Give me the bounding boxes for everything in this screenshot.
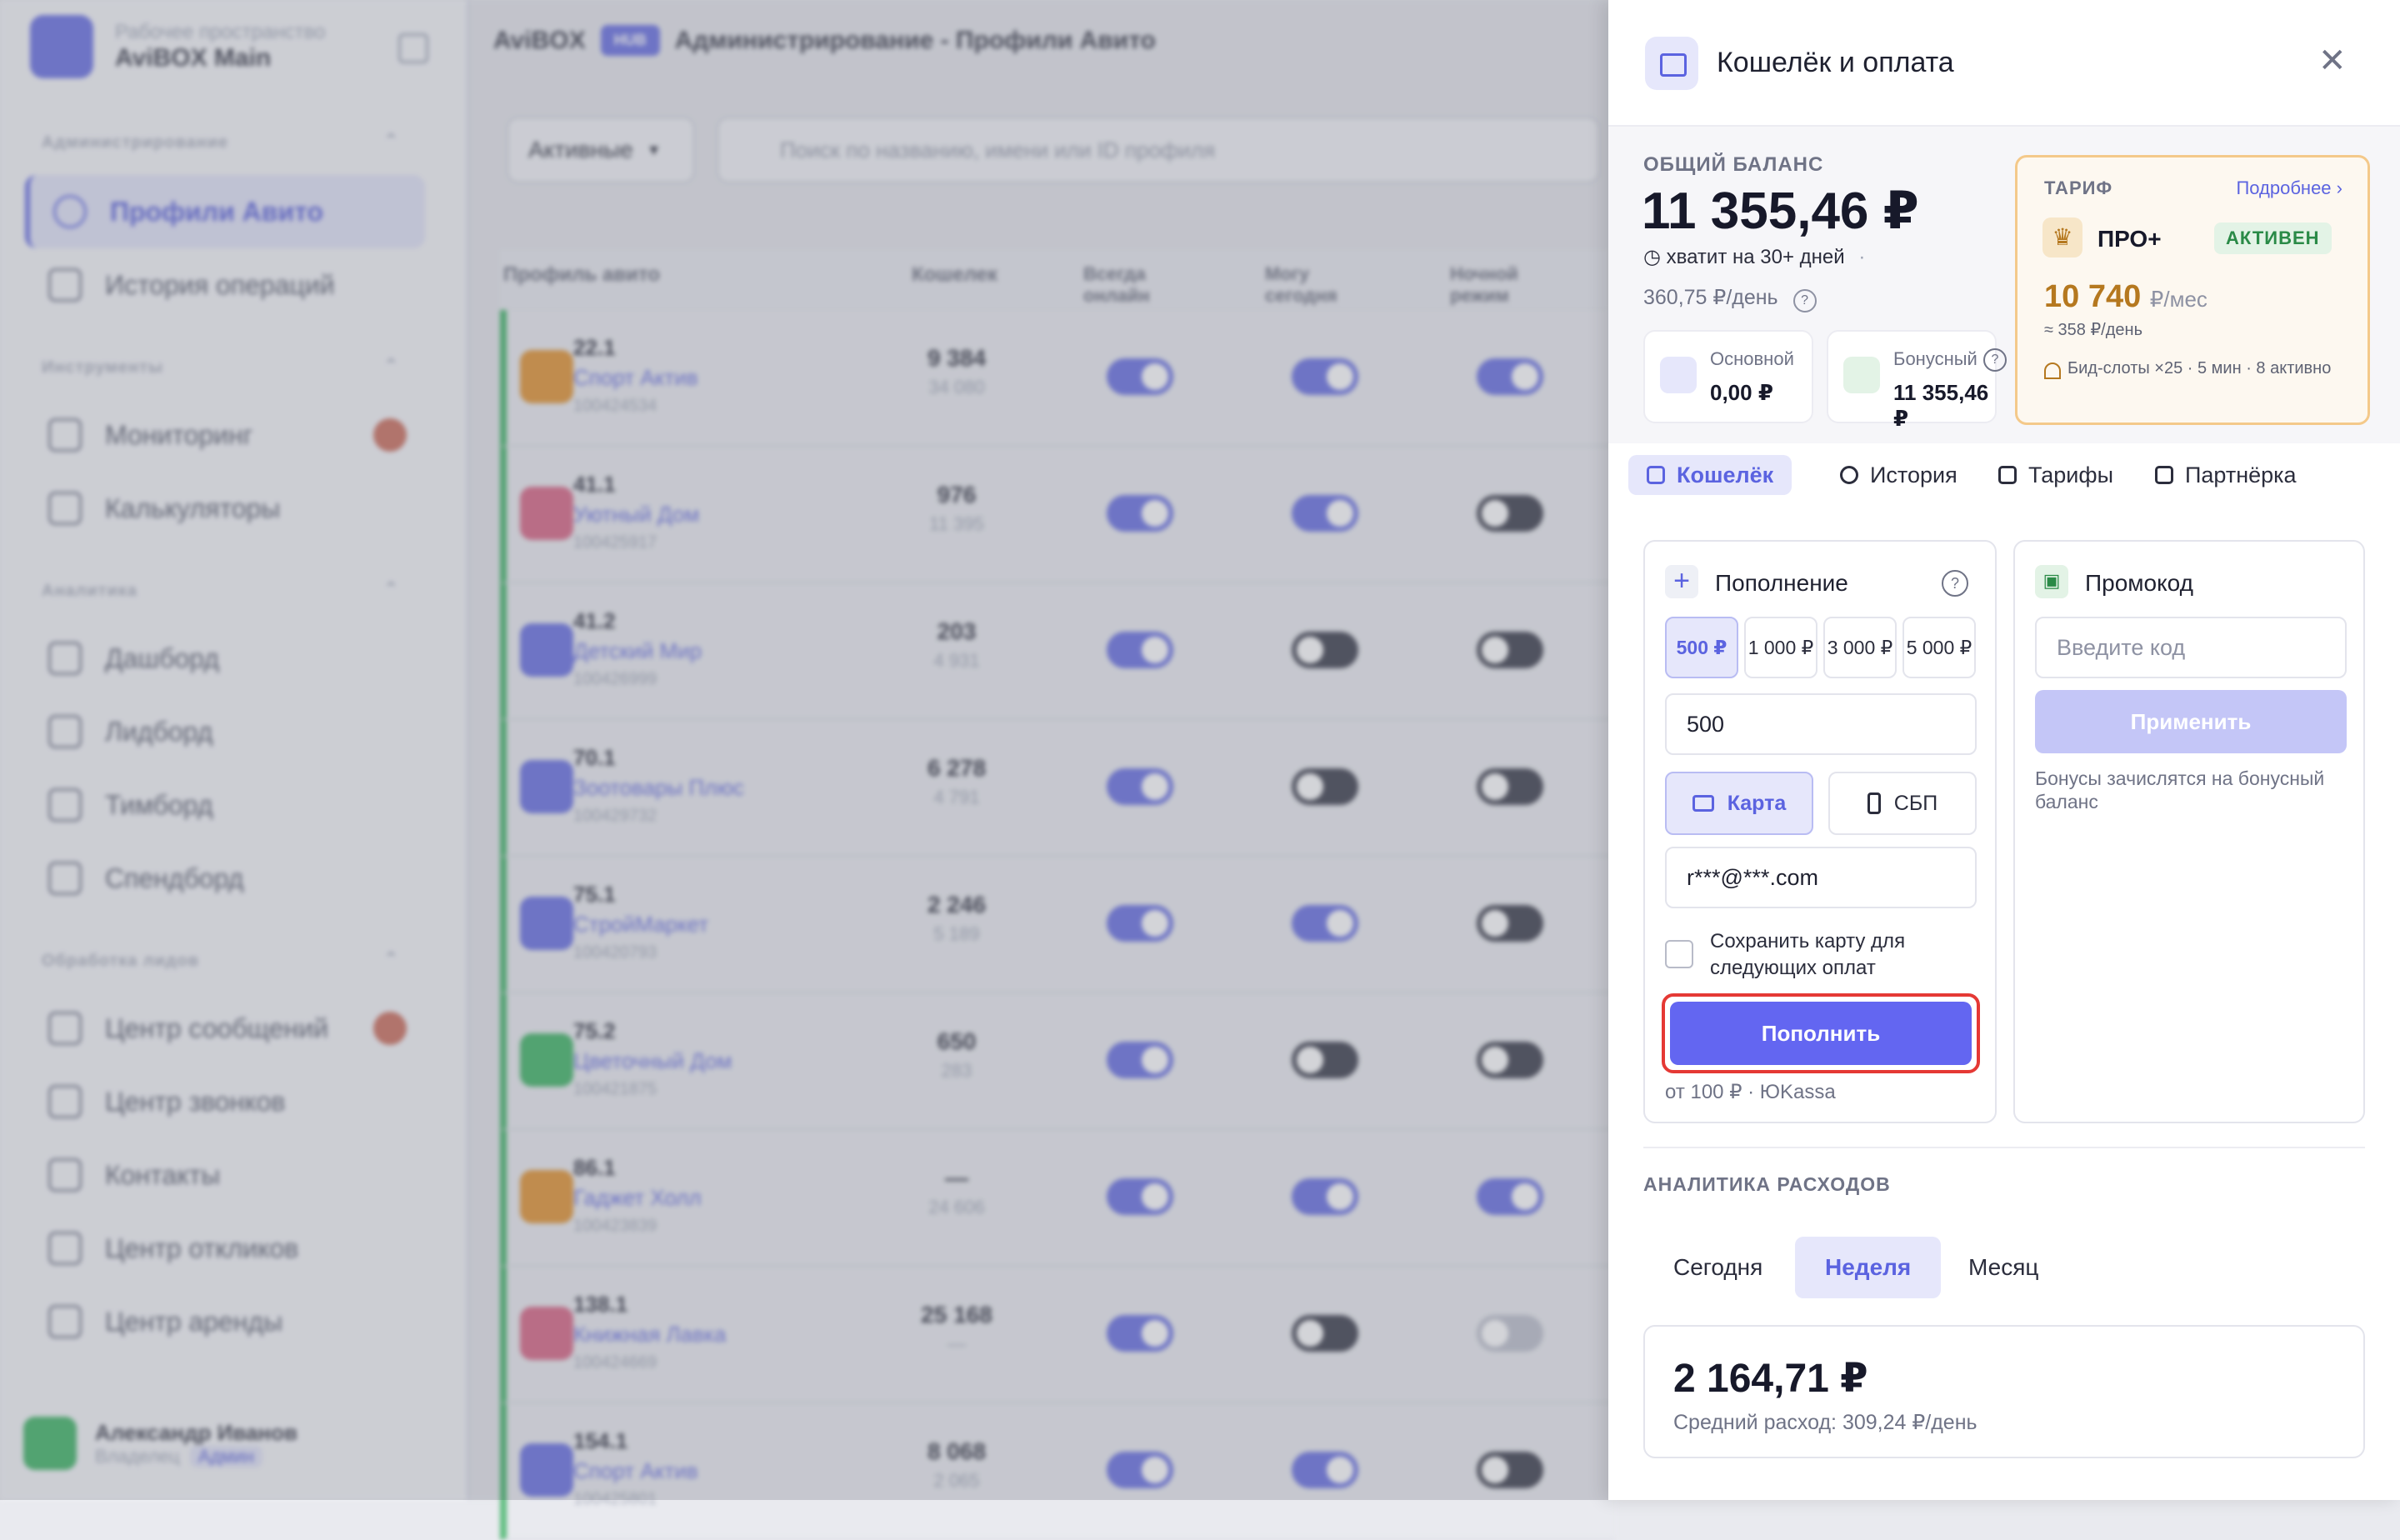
tariff-card: ТАРИФ Подробнее › ♛ ПРО+ АКТИВЕН 10 740 … [2015,155,2370,425]
crown-icon: ♛ [2042,218,2082,258]
link-icon [1660,357,1697,393]
main-balance-card: Основной 0,00 ₽ [1643,330,1813,423]
panel-header: Кошелёк и оплата ✕ [1608,0,2400,127]
balance-runway-text: хватит на 30+ дней [1666,246,1845,268]
ticket-icon: ▣ [2035,565,2068,598]
amount-chip-1000[interactable]: 1 000 ₽ [1744,617,1818,678]
apply-promo-button[interactable]: Применить [2035,690,2347,753]
tab-partner[interactable]: Партнёрка [2137,455,2315,495]
help-icon[interactable]: ? [1983,348,2007,372]
bid-slots-info: Бид-слоты ×25 · 5 мин · 8 активно [2044,358,2344,379]
tab-tariffs[interactable]: Тарифы [1980,455,2132,495]
promo-note: Бонусы зачислятся на бонусный баланс [2035,768,2325,812]
tab-wallet[interactable]: Кошелёк [1628,455,1792,495]
period-month[interactable]: Месяц [1938,1237,2068,1298]
tab-label: Кошелёк [1677,462,1774,488]
tariff-per-day: ≈ 358 ₽/день [2044,321,2142,339]
gift-icon [2155,466,2173,484]
topup-note: от 100 ₽ · ЮKassa [1665,1081,1836,1103]
highlight-outline: Пополнить [1662,993,1980,1073]
amount-chip-3000[interactable]: 3 000 ₽ [1823,617,1897,678]
tab-label: Партнёрка [2185,462,2297,488]
tariff-label: ТАРИФ [2044,178,2113,198]
amount-chip-5000[interactable]: 5 000 ₽ [1902,617,1976,678]
tariff-more-label: Подробнее [2236,178,2332,198]
plus-icon: + [1665,565,1698,598]
daily-rate: 360,75 ₽/день? [1643,285,1817,312]
smartphone-icon [1867,792,1881,814]
topup-card: + Пополнение ? 500 ₽ 1 000 ₽ 3 000 ₽ 5 0… [1643,540,1997,1123]
clock-icon: ◷ [1643,246,1661,268]
tariff-more-link[interactable]: Подробнее › [2236,178,2342,199]
period-today[interactable]: Сегодня [1643,1237,1792,1298]
amount-input[interactable]: 500 [1665,693,1977,755]
panel-title: Кошелёк и оплата [1717,47,1954,78]
help-icon[interactable]: ? [1942,570,1968,597]
help-icon[interactable]: ? [1792,289,1817,312]
history-icon [1840,466,1858,484]
tab-label: Тарифы [2028,462,2114,488]
topup-button[interactable]: Пополнить [1670,1002,1972,1065]
dollar-icon [1647,466,1665,484]
promo-title: Промокод [2085,570,2193,596]
chevron-right-icon: › [2336,178,2342,198]
main-balance-value: 0,00 ₽ [1710,380,1773,405]
promo-input[interactable]: Введите код [2035,617,2347,678]
pay-method-label: СБП [1893,791,1938,815]
close-icon[interactable]: ✕ [2318,42,2347,80]
modal-backdrop[interactable] [0,0,1608,1500]
divider [1643,1147,2365,1148]
balance-section: ОБЩИЙ БАЛАНС 11 355,46 ₽ ◷ хватит на 30+… [1608,127,2400,443]
spend-total: 2 164,71 ₽ [1673,1357,1868,1401]
period-week[interactable]: Неделя [1795,1237,1942,1298]
email-field[interactable]: r***@***.com [1665,847,1977,908]
wallet-panel: Кошелёк и оплата ✕ ОБЩИЙ БАЛАНС 11 355,4… [1608,0,2400,1500]
pay-method-sbp[interactable]: СБП [1828,772,1977,835]
balance-label: ОБЩИЙ БАЛАНС [1643,153,1824,176]
card-icon [1998,466,2017,484]
status-badge: АКТИВЕН [2214,222,2332,254]
main-balance-label: Основной [1710,348,1794,369]
promo-card: ▣ Промокод Введите код Применить Бонусы … [2013,540,2365,1123]
panel-tabs: Кошелёк История Тарифы Партнёрка [1628,455,2378,497]
tariff-price-unit: ₽/мес [2149,287,2208,312]
analytics-label: АНАЛИТИКА РАСХОДОВ [1643,1173,1891,1195]
spend-average: Средний расход: 309,24 ₽/день [1673,1411,1978,1434]
tariff-price-value: 10 740 [2044,279,2142,314]
balance-runway: ◷ хватит на 30+ дней · [1643,246,1866,268]
balance-amount: 11 355,46 ₽ [1642,182,1919,240]
topup-title: Пополнение [1715,570,1848,596]
pay-method-label: Карта [1727,791,1787,815]
credit-card-icon [1692,795,1714,812]
save-card-label: Сохранить карту для следующих оплат [1710,930,1906,979]
wallet-icon [1645,37,1698,90]
pay-method-card[interactable]: Карта [1665,772,1813,835]
spend-summary-card: 2 164,71 ₽ Средний расход: 309,24 ₽/день [1643,1325,2365,1458]
amount-chip-500[interactable]: 500 ₽ [1665,617,1738,678]
tariff-plan: ПРО+ [2098,226,2162,252]
tab-history[interactable]: История [1822,455,1976,495]
daily-rate-text: 360,75 ₽/день [1643,286,1778,309]
tab-label: История [1870,462,1958,488]
piggy-bank-icon [1843,357,1880,393]
save-card-checkbox[interactable] [1665,940,1693,968]
tariff-price: 10 740 ₽/мес [2044,279,2208,315]
bonus-balance-card: Бонусный 11 355,46 ₽ ? [1827,330,2007,431]
bonus-balance-value: 11 355,46 ₽ [1893,380,1989,431]
bonus-balance-label: Бонусный [1893,348,1978,369]
